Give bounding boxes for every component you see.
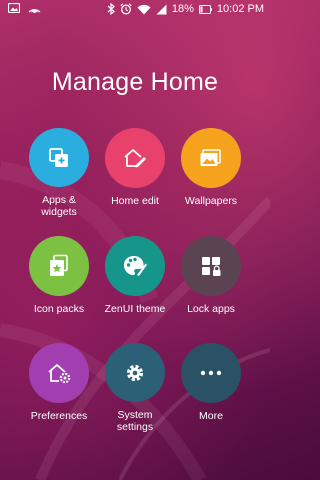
preferences-icon xyxy=(29,343,89,403)
apps-widgets-icon xyxy=(29,128,89,187)
tile-label: Wallpapers xyxy=(184,195,238,207)
palette-icon xyxy=(105,236,165,296)
icon-packs-icon xyxy=(29,236,89,296)
manage-home-grid: Apps & widgets Home edit Wallpapers Icon… xyxy=(0,0,270,480)
lock-apps-icon xyxy=(181,236,241,296)
tile-more[interactable]: More xyxy=(166,343,256,433)
tile-label: More xyxy=(199,410,223,422)
tile-label: Lock apps xyxy=(187,303,235,315)
more-icon xyxy=(181,343,241,403)
home-edit-icon xyxy=(105,128,165,188)
wallpapers-icon xyxy=(181,128,241,188)
gear-icon xyxy=(105,343,165,402)
tile-wallpapers[interactable]: Wallpapers xyxy=(166,128,256,218)
tile-lock-apps[interactable]: Lock apps xyxy=(166,236,256,326)
